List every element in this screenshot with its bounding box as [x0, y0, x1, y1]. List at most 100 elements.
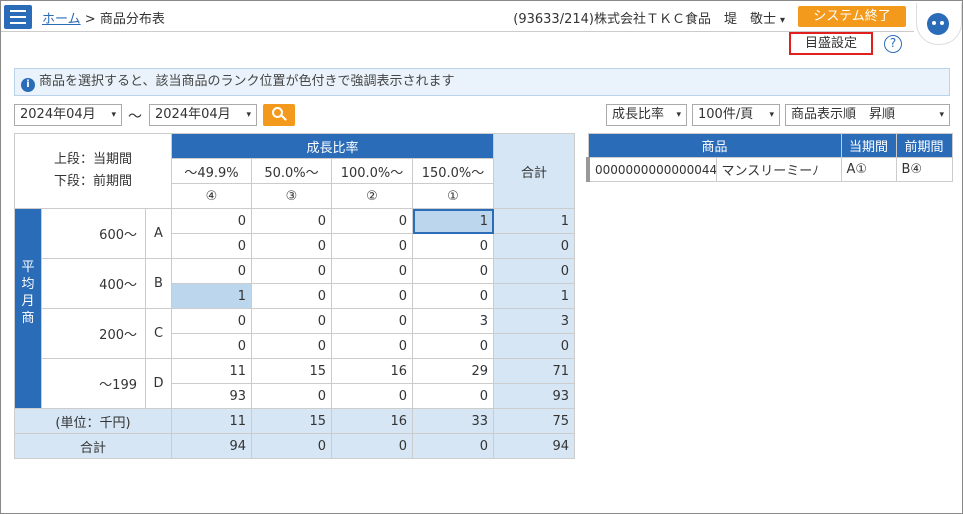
matrix-cell[interactable]: 0	[331, 233, 413, 259]
matrix-cell[interactable]: 0	[411, 333, 495, 359]
grand-total: 94	[493, 433, 576, 459]
chevron-down-icon: ▾	[939, 110, 944, 120]
product-previous-rank[interactable]: B④	[895, 157, 953, 182]
row-band: 200～	[41, 308, 146, 359]
row-total: 0	[493, 333, 576, 359]
matrix-cell[interactable]: 0	[171, 333, 252, 359]
header-divider	[1, 31, 914, 32]
matrix-corner: 上段：当期間 下段：前期間	[14, 133, 172, 209]
column-total: 33	[411, 408, 495, 434]
chevron-down-icon: ▾	[111, 110, 116, 120]
row-total: 93	[493, 383, 576, 409]
side-label-average-monthly-sales: 平均月商	[14, 208, 42, 409]
matrix-cell[interactable]: 0	[171, 233, 252, 259]
matrix-cell[interactable]: 29	[411, 358, 495, 384]
exit-button[interactable]: システム終了	[798, 6, 906, 27]
column-rank: ④	[171, 183, 252, 209]
unit-label: (単位：千円)	[14, 408, 172, 434]
column-total: 94	[171, 433, 252, 459]
search-button[interactable]	[263, 104, 295, 126]
chevron-down-icon: ▾	[769, 110, 774, 120]
row-band: 400～	[41, 258, 146, 309]
matrix-cell[interactable]: 11	[171, 358, 252, 384]
matrix-cell[interactable]: 0	[251, 383, 332, 409]
row-total: 71	[493, 358, 576, 384]
matrix-cell-highlighted-current[interactable]: 1	[411, 208, 495, 234]
product-table: 商品 当期間 前期間 0000000000000044 マンスリーミーﾉ A① …	[586, 133, 953, 182]
table-row: 400～ B 0 0 0 0 0	[15, 258, 576, 309]
column-range: 150.0%～	[411, 158, 495, 184]
user-menu[interactable]: (93633/214)株式会社ＴＫＣ食品 堤 敬士 ▾	[513, 8, 785, 27]
product-current-rank[interactable]: A①	[840, 157, 897, 182]
period-from-select[interactable]: 2024年04月 ▾	[14, 104, 122, 126]
matrix-cell-highlighted-previous[interactable]: 1	[171, 283, 252, 309]
row-rank: B	[145, 258, 172, 309]
row-total: 0	[493, 258, 576, 284]
sort-select[interactable]: 商品表示順 昇順 ▾	[785, 104, 950, 126]
current-period-header: 当期間	[840, 133, 897, 158]
distribution-matrix: 上段：当期間 下段：前期間 成長比率 合計 ～49.9% 50.0%～ 100.…	[14, 133, 576, 459]
column-rank: ②	[331, 183, 413, 209]
menu-icon[interactable]	[4, 5, 32, 29]
matrix-cell[interactable]: 16	[331, 358, 413, 384]
matrix-cell[interactable]: 0	[411, 383, 495, 409]
breadcrumb-separator: >	[84, 12, 96, 27]
matrix-cell[interactable]: 0	[331, 383, 413, 409]
row-band: 600～	[41, 208, 146, 259]
row-total: 1	[493, 283, 576, 309]
matrix-cell[interactable]: 0	[251, 258, 332, 284]
matrix-cell[interactable]: 0	[411, 283, 495, 309]
corner-previous-label: 下段：前期間	[53, 174, 132, 189]
row-rank: D	[145, 358, 172, 409]
matrix-cell[interactable]: 3	[411, 308, 495, 334]
matrix-cell[interactable]: 0	[251, 283, 332, 309]
help-icon[interactable]: ?	[884, 35, 902, 53]
row-band: ～199	[41, 358, 146, 409]
product-name[interactable]: マンスリーミーﾉ	[715, 157, 842, 182]
total-header: 合計	[493, 133, 576, 209]
growth-select[interactable]: 成長比率 ▾	[606, 104, 687, 126]
breadcrumb-home-link[interactable]: ホーム	[42, 12, 81, 27]
page-title: 商品分布表	[99, 12, 165, 27]
column-range: 50.0%～	[251, 158, 332, 184]
breadcrumb: ホーム > 商品分布表	[42, 8, 165, 27]
sort-select-value: 商品表示順 昇順	[791, 107, 896, 122]
product-row[interactable]: 0000000000000044 マンスリーミーﾉ A① B④	[586, 157, 953, 182]
matrix-cell[interactable]: 15	[251, 358, 332, 384]
row-total: 3	[493, 308, 576, 334]
matrix-cell[interactable]: 0	[171, 308, 252, 334]
matrix-cell[interactable]: 0	[411, 258, 495, 284]
matrix-cell[interactable]: 0	[251, 333, 332, 359]
chevron-down-icon: ▾	[246, 110, 251, 120]
assistant-icon[interactable]	[916, 3, 962, 45]
per-page-value: 100件/頁	[698, 107, 754, 122]
scale-settings-button[interactable]: 目盛設定	[789, 32, 873, 55]
period-to-select[interactable]: 2024年04月 ▾	[149, 104, 257, 126]
matrix-cell[interactable]: 0	[411, 233, 495, 259]
per-page-select[interactable]: 100件/頁 ▾	[692, 104, 780, 126]
row-total: 1	[493, 208, 576, 234]
product-code[interactable]: 0000000000000044	[586, 157, 717, 182]
info-banner: i 商品を選択すると、該当商品のランク位置が色付きで強調表示されます	[14, 68, 950, 96]
info-message: 商品を選択すると、該当商品のランク位置が色付きで強調表示されます	[39, 74, 455, 89]
table-row: 平均月商 600～ A 0 0 0 1 1	[14, 208, 576, 409]
matrix-cell[interactable]: 0	[251, 233, 332, 259]
matrix-cell[interactable]: 0	[251, 308, 332, 334]
matrix-cell[interactable]: 0	[331, 208, 413, 234]
matrix-cell[interactable]: 0	[331, 283, 413, 309]
matrix-cell[interactable]: 0	[331, 333, 413, 359]
product-header: 商品	[587, 133, 842, 158]
column-rank: ③	[251, 183, 332, 209]
matrix-cell[interactable]: 0	[171, 258, 252, 284]
matrix-cell[interactable]: 93	[171, 383, 252, 409]
totals-row-previous: 合計 94 0 0 0 94	[14, 433, 576, 459]
column-total: 15	[251, 408, 332, 434]
matrix-cell[interactable]: 0	[331, 308, 413, 334]
matrix-cell[interactable]: 0	[251, 208, 332, 234]
column-total: 0	[251, 433, 332, 459]
period-separator: ～	[128, 109, 142, 125]
matrix-cell[interactable]: 0	[331, 258, 413, 284]
totals-row-current: (単位：千円) 11 15 16 33 75	[14, 408, 576, 434]
matrix-cell[interactable]: 0	[171, 208, 252, 234]
previous-period-header: 前期間	[895, 133, 953, 158]
